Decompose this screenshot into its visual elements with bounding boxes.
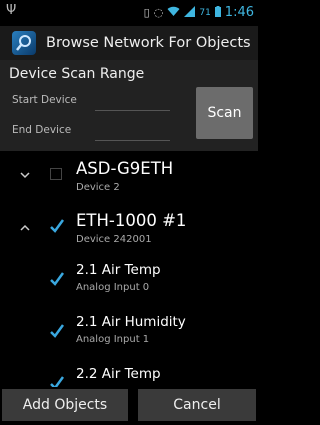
scan-range-title: Device Scan Range bbox=[9, 66, 145, 82]
device-id: Device 242001 bbox=[76, 234, 152, 245]
device-row[interactable]: ETH-1000 #1 Device 242001 bbox=[0, 206, 258, 254]
object-row[interactable]: 2.1 Air Humidity Analog Input 1 bbox=[0, 309, 258, 353]
chevron-down-icon[interactable] bbox=[20, 169, 30, 182]
battery-level: 71 bbox=[199, 7, 211, 18]
battery-icon bbox=[214, 5, 221, 20]
action-bar: Browse Network For Objects bbox=[0, 26, 258, 60]
network-search-icon[interactable] bbox=[12, 31, 36, 55]
object-type: Analog Input 0 bbox=[76, 282, 150, 293]
object-name: 2.1 Air Temp bbox=[76, 262, 161, 278]
signal-icon bbox=[184, 5, 196, 20]
end-device-label: End Device bbox=[12, 124, 72, 136]
object-checkbox[interactable] bbox=[50, 272, 65, 286]
add-objects-button[interactable]: Add Objects bbox=[2, 389, 128, 421]
status-bar: Ψ ▯ ◌ 71 1:46 bbox=[0, 0, 258, 26]
device-row[interactable]: ASD-G9ETH Device 2 bbox=[0, 151, 258, 201]
scan-button[interactable]: Scan bbox=[196, 87, 253, 139]
status-icons: ▯ ◌ 71 1:46 bbox=[144, 5, 254, 20]
device-checkbox[interactable] bbox=[50, 168, 62, 180]
alarm-icon: ◌ bbox=[153, 6, 164, 19]
page-title: Browse Network For Objects bbox=[46, 35, 251, 51]
object-row[interactable]: 2.2 Air Temp bbox=[0, 361, 258, 387]
device-id: Device 2 bbox=[76, 182, 120, 193]
object-name: 2.2 Air Temp bbox=[76, 366, 161, 382]
start-device-label: Start Device bbox=[12, 94, 77, 106]
object-type: Analog Input 1 bbox=[76, 334, 150, 345]
device-name: ASD-G9ETH bbox=[76, 159, 174, 178]
bottom-bar: Add Objects Cancel bbox=[0, 387, 258, 425]
object-name: 2.1 Air Humidity bbox=[76, 314, 186, 330]
clock: 1:46 bbox=[224, 5, 254, 20]
device-list: ASD-G9ETH Device 2 ETH-1000 #1 Device 24… bbox=[0, 151, 258, 387]
wifi-icon bbox=[167, 6, 180, 20]
object-checkbox[interactable] bbox=[50, 376, 65, 387]
chevron-up-icon[interactable] bbox=[20, 221, 30, 234]
cancel-button[interactable]: Cancel bbox=[138, 389, 256, 421]
vibrate-icon: ▯ bbox=[143, 6, 150, 19]
end-device-field[interactable] bbox=[95, 124, 170, 141]
object-checkbox[interactable] bbox=[50, 324, 65, 338]
device-checkbox[interactable] bbox=[50, 219, 65, 233]
usb-icon: Ψ bbox=[6, 3, 17, 18]
device-name: ETH-1000 #1 bbox=[76, 211, 187, 230]
object-row[interactable]: 2.1 Air Temp Analog Input 0 bbox=[0, 257, 258, 301]
start-device-field[interactable] bbox=[95, 94, 170, 111]
